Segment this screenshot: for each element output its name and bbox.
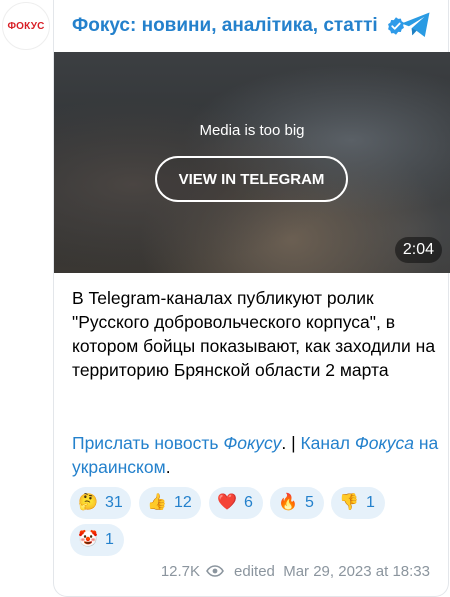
thumbs-down-icon: 👎: [339, 494, 359, 511]
reaction-thumbs-down[interactable]: 👎 1: [331, 487, 385, 519]
view-count: 12.7K: [160, 562, 201, 580]
telegram-icon[interactable]: [400, 11, 432, 39]
media-too-big-note: Media is too big: [199, 122, 305, 139]
post-card: Фокус: новини, аналітика, статті Media i…: [53, 0, 450, 597]
video-duration: 2:04: [394, 237, 442, 263]
reaction-clown[interactable]: 🤡 1: [70, 524, 124, 556]
reaction-heart[interactable]: ❤️ 6: [209, 487, 263, 519]
fire-icon: 🔥: [278, 494, 298, 511]
channel-avatar-text: ФОКУС: [7, 20, 45, 32]
reaction-count: 1: [105, 531, 114, 548]
send-news-link[interactable]: Прислать новость Фокусу: [72, 433, 281, 453]
reaction-count: 6: [244, 494, 253, 511]
post-header: Фокус: новини, аналітика, статті: [54, 0, 450, 52]
post-text: В Telegram-каналах публикуют ролик "Русс…: [72, 288, 436, 380]
ukrainian-channel-link-text: Канал: [300, 433, 355, 453]
send-news-link-italic: Фокусу: [223, 433, 282, 453]
reaction-thinking[interactable]: 🤔 31: [70, 487, 131, 519]
channel-avatar[interactable]: ФОКУС: [2, 2, 50, 50]
reaction-fire[interactable]: 🔥 5: [270, 487, 324, 519]
links-separator: . |: [281, 433, 301, 453]
reaction-count: 1: [366, 494, 375, 511]
links-end: .: [165, 457, 171, 477]
thinking-face-icon: 🤔: [78, 494, 98, 511]
send-news-link-text: Прислать новость: [72, 433, 224, 453]
post-links: Прислать новость Фокусу. | Канал Фокуса …: [72, 431, 440, 479]
clown-face-icon: 🤡: [78, 531, 98, 548]
ukrainian-channel-link-italic: Фокуса: [354, 433, 415, 453]
reaction-thumbs-up[interactable]: 👍 12: [139, 487, 201, 519]
eye-icon: [206, 565, 224, 577]
thumbs-up-icon: 👍: [147, 494, 167, 511]
reaction-count: 12: [174, 494, 192, 511]
video-preview: Media is too big VIEW IN TELEGRAM 2:04: [54, 52, 450, 273]
edited-timestamp: edited Mar 29, 2023 at 18:33: [234, 562, 430, 580]
reaction-count: 5: [305, 494, 314, 511]
reaction-count: 31: [105, 494, 123, 511]
channel-name[interactable]: Фокус: новини, аналітика, статті: [72, 15, 378, 37]
post-footer: 12.7K edited Mar 29, 2023 at 18:33: [161, 561, 430, 581]
view-in-telegram-button[interactable]: VIEW IN TELEGRAM: [155, 156, 348, 202]
heart-icon: ❤️: [217, 494, 237, 511]
